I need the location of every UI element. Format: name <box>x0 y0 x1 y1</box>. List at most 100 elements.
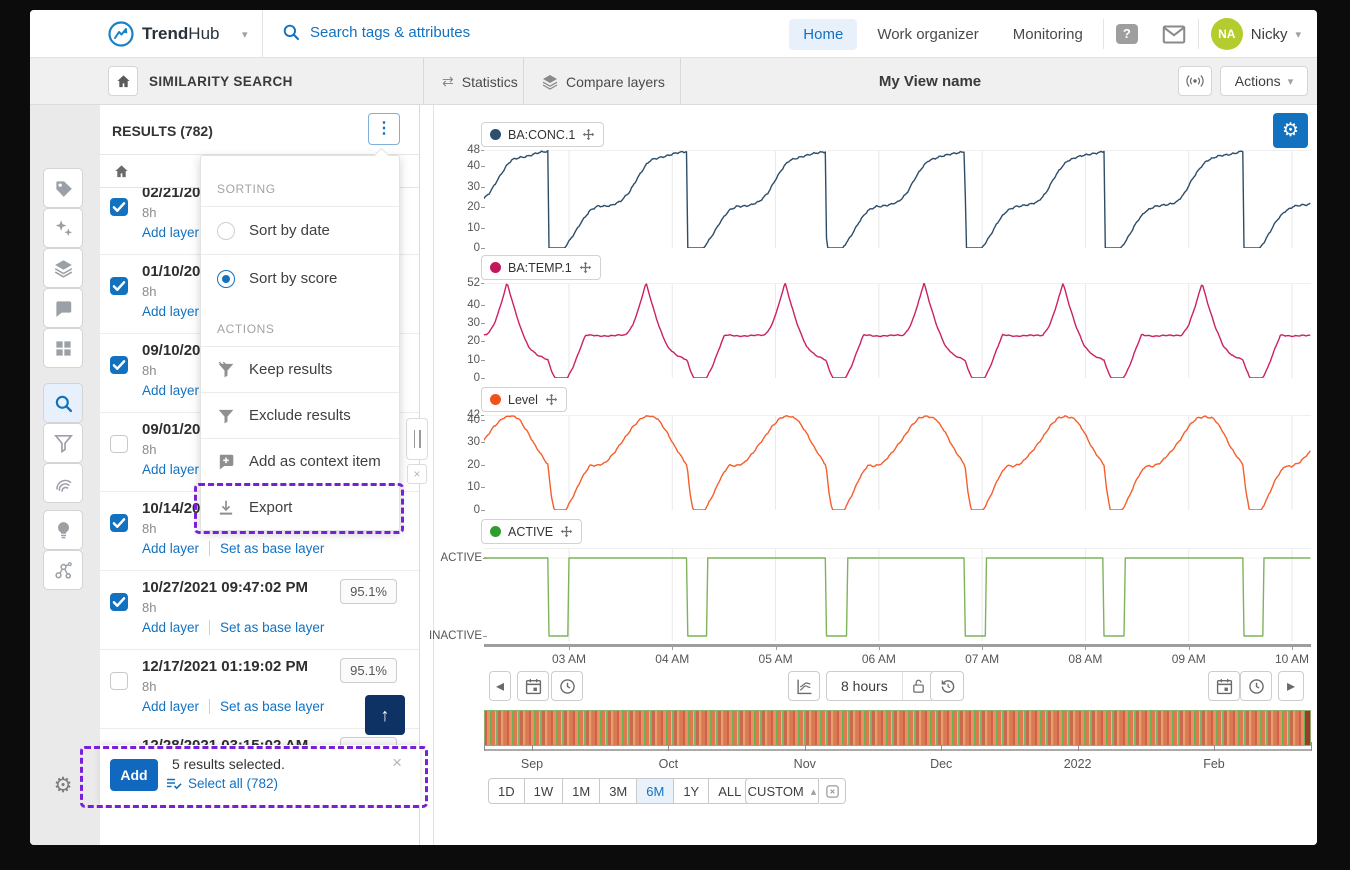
time-span-value[interactable]: 8 hours <box>827 678 902 694</box>
menu-item-add-as-context-item[interactable]: Add as context item <box>201 438 399 484</box>
help-icon[interactable]: ? <box>1104 10 1150 58</box>
scroll-to-top-button[interactable]: ↑ <box>365 695 405 735</box>
nav-monitoring[interactable]: Monitoring <box>999 19 1097 50</box>
clock-end-icon[interactable] <box>1240 671 1272 701</box>
user-menu[interactable]: NA Nicky ▾ <box>1199 18 1317 50</box>
result-checkbox[interactable] <box>110 672 128 690</box>
move-icon[interactable] <box>582 128 595 141</box>
move-icon[interactable] <box>545 393 558 406</box>
result-links: Add layer Set as base layer <box>142 541 324 556</box>
plot-level[interactable] <box>484 415 1311 510</box>
menu-item-sort-by-date[interactable]: Sort by date <box>201 206 399 254</box>
home-button[interactable] <box>108 66 138 96</box>
menu-item-exclude-results[interactable]: Exclude results <box>201 392 399 438</box>
lock-open-icon[interactable] <box>902 672 934 700</box>
clock-start-icon[interactable] <box>551 671 583 701</box>
global-search-input[interactable]: Search tags & attributes <box>282 23 470 41</box>
panel-resize-handle[interactable] <box>406 418 428 460</box>
clear-custom-icon[interactable] <box>820 778 846 804</box>
result-checkbox[interactable] <box>110 277 128 295</box>
view-name: My View name <box>840 73 1020 90</box>
y-tick-label: 10 <box>434 481 480 493</box>
add-layer-link[interactable]: Add layer <box>142 304 199 319</box>
move-icon[interactable] <box>560 525 573 538</box>
add-button[interactable]: Add <box>110 759 158 791</box>
set-base-layer-link[interactable]: Set as base layer <box>220 699 324 714</box>
sidebar-settings-gear-icon[interactable]: ⚙ <box>43 765 83 805</box>
range-button-1m[interactable]: 1M <box>562 778 600 804</box>
calendar-start-icon[interactable] <box>517 671 549 701</box>
result-checkbox[interactable] <box>110 356 128 374</box>
compare-trends-icon[interactable] <box>788 671 820 701</box>
overview-tick <box>532 745 533 751</box>
result-checkbox[interactable] <box>110 514 128 532</box>
panel-collapse-icon[interactable]: × <box>407 464 427 484</box>
add-layer-link[interactable]: Add layer <box>142 225 199 240</box>
sidebar-search-icon[interactable] <box>43 383 83 423</box>
custom-range-button[interactable]: CUSTOM ▴ <box>745 778 819 804</box>
results-menu-button[interactable]: ⋮ <box>368 113 400 145</box>
radio-icon[interactable] <box>217 222 235 240</box>
x-tick <box>982 646 983 650</box>
trendhub-logo-icon[interactable] <box>108 21 134 47</box>
logo-caret-icon[interactable]: ▾ <box>242 28 248 41</box>
add-layer-link[interactable]: Add layer <box>142 541 199 556</box>
result-checkbox[interactable] <box>110 593 128 611</box>
sidebar-dashboard-icon[interactable] <box>43 328 83 368</box>
plot-ba-conc-1[interactable] <box>484 150 1311 248</box>
result-checkbox[interactable] <box>110 198 128 216</box>
broadcast-icon[interactable] <box>1178 66 1212 96</box>
actions-button[interactable]: Actions ▾ <box>1220 66 1308 96</box>
legend-ba-conc-1[interactable]: BA:CONC.1 <box>481 122 604 147</box>
legend-level[interactable]: Level <box>481 387 567 412</box>
tab-compare-layers[interactable]: Compare layers <box>524 58 683 105</box>
mail-icon[interactable] <box>1150 10 1198 58</box>
sidebar-comment-icon[interactable] <box>43 288 83 328</box>
home-column-icon[interactable] <box>114 164 129 178</box>
calendar-end-icon[interactable] <box>1208 671 1240 701</box>
menu-item-export[interactable]: Export <box>201 484 399 530</box>
range-button-1w[interactable]: 1W <box>524 778 564 804</box>
legend-active[interactable]: ACTIVE <box>481 519 582 544</box>
add-layer-link[interactable]: Add layer <box>142 620 199 635</box>
add-layer-link[interactable]: Add layer <box>142 383 199 398</box>
set-base-layer-link[interactable]: Set as base layer <box>220 620 324 635</box>
select-all-link[interactable]: Select all (782) <box>166 776 278 791</box>
add-layer-link[interactable]: Add layer <box>142 462 199 477</box>
set-base-layer-link[interactable]: Set as base layer <box>220 541 324 556</box>
radio-icon[interactable] <box>217 270 235 288</box>
sidebar-tag-icon[interactable] <box>43 168 83 208</box>
sidebar-graph-nodes-icon[interactable] <box>43 550 83 590</box>
x-tick-label: 04 AM <box>646 652 698 666</box>
range-button-6m[interactable]: 6M <box>636 778 674 804</box>
sidebar-layers-icon[interactable] <box>43 248 83 288</box>
menu-item-keep-results[interactable]: Keep results <box>201 346 399 392</box>
plot-active[interactable] <box>484 548 1311 641</box>
strip-end-handle[interactable] <box>1305 711 1310 745</box>
range-button-1d[interactable]: 1D <box>488 778 525 804</box>
nav-work-organizer[interactable]: Work organizer <box>863 19 992 50</box>
plot-ba-temp-1[interactable] <box>484 283 1311 378</box>
sidebar-lightbulb-icon[interactable] <box>43 510 83 550</box>
pan-left-icon[interactable]: ◂ <box>489 671 511 701</box>
add-layer-link[interactable]: Add layer <box>142 699 199 714</box>
result-date: 01/10/20 <box>142 263 200 280</box>
range-button-3m[interactable]: 3M <box>599 778 637 804</box>
menu-item-sort-by-score[interactable]: Sort by score <box>201 254 399 302</box>
sidebar-filter-icon[interactable] <box>43 423 83 463</box>
result-duration: 8h <box>142 284 156 299</box>
move-icon[interactable] <box>579 261 592 274</box>
sidebar-sparkles-icon[interactable] <box>43 208 83 248</box>
overview-month-label: Sep <box>502 757 562 771</box>
sidebar-fingerprint-icon[interactable] <box>43 463 83 503</box>
chart-settings-gear-icon[interactable]: ⚙ <box>1273 113 1308 148</box>
legend-ba-temp-1[interactable]: BA:TEMP.1 <box>481 255 601 280</box>
pan-right-icon[interactable]: ▸ <box>1278 671 1304 701</box>
result-checkbox[interactable] <box>110 435 128 453</box>
close-icon[interactable]: × <box>392 753 402 773</box>
context-overview-strip[interactable] <box>484 710 1311 746</box>
tab-statistics[interactable]: ⇄ Statistics <box>424 58 536 105</box>
nav-home[interactable]: Home <box>789 19 857 50</box>
range-button-1y[interactable]: 1Y <box>673 778 709 804</box>
history-icon[interactable] <box>930 671 964 701</box>
